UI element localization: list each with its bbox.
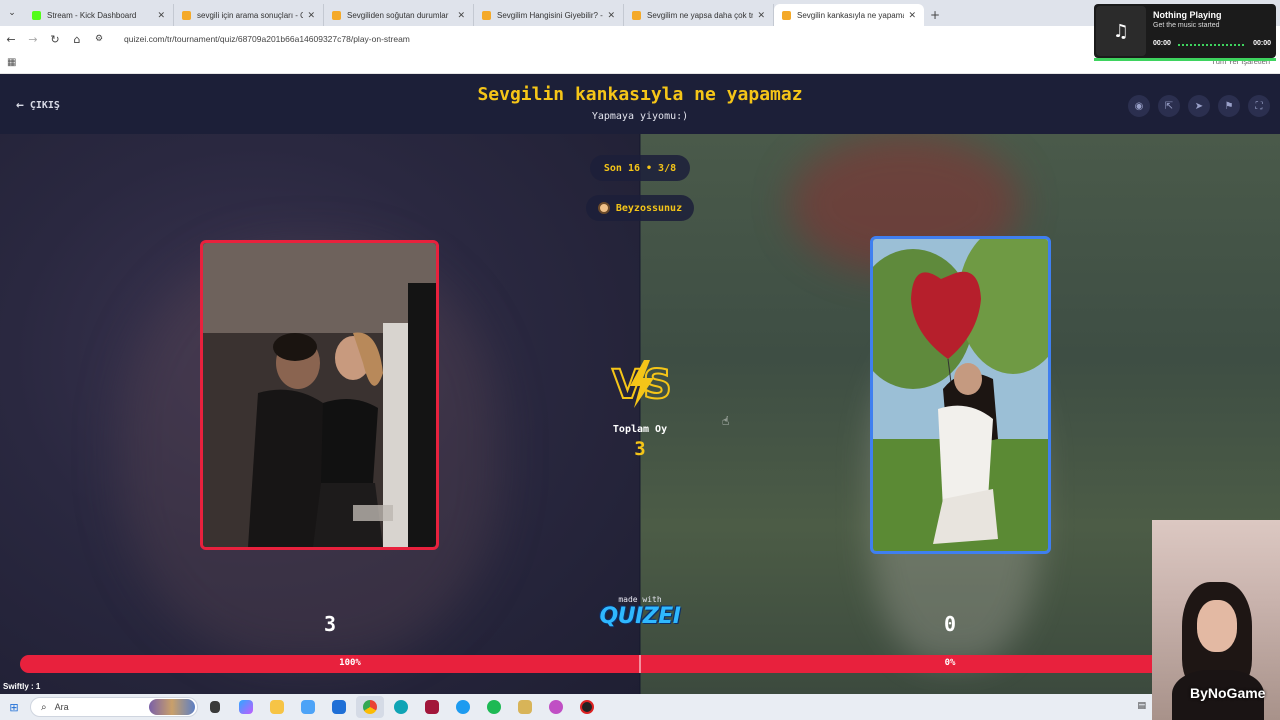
chrome-icon[interactable] [356, 696, 384, 718]
back-arrow-icon[interactable]: ← [0, 33, 22, 46]
music-widget: ♫ Nothing Playing Get the music started … [1094, 4, 1276, 58]
skype-icon[interactable] [449, 696, 477, 718]
right-option-photo [873, 239, 1048, 551]
avatar [597, 202, 610, 214]
flag-icon[interactable]: ⚑ [1218, 95, 1240, 117]
chat-overlay-line: Swiftly : 1 [3, 682, 41, 691]
right-vote-percent: 0% [944, 658, 956, 668]
right-vote-count: 0 [943, 612, 957, 636]
quizei-favicon-icon [332, 10, 341, 20]
new-tab-button[interactable]: + [924, 4, 946, 26]
task-view-icon[interactable] [201, 696, 229, 718]
app-image-icon[interactable] [511, 696, 539, 718]
header-actions: ◉ ⇱ ➤ ⚑ ⛶ [1128, 95, 1270, 117]
tab-search-chevron-icon[interactable]: ⌄ [0, 0, 24, 26]
music-time-end: 00:00 [1253, 40, 1271, 47]
edge-icon[interactable] [387, 696, 415, 718]
mouse-cursor-icon: ☝ [722, 414, 730, 428]
browser-tab-active[interactable]: Sevgilin kankasıyla ne yapamaz ✕ [774, 4, 924, 26]
total-votes-value: 3 [634, 438, 646, 460]
store-icon[interactable] [294, 696, 322, 718]
quiz-subtitle: Yapmaya yiyomu:) [591, 111, 689, 122]
browser-tab[interactable]: Sevgilim Hangisini Giyebilir? - T ✕ [474, 4, 624, 26]
total-votes-label: Toplam Oy [612, 424, 668, 435]
browser-tab[interactable]: Sevgilim ne yapsa daha çok tri ✕ [624, 4, 774, 26]
send-icon[interactable]: ➤ [1188, 95, 1210, 117]
quiz-title: Sevgilin kankasıyla ne yapamaz [477, 84, 803, 105]
apps-grid-icon[interactable]: ▦ [7, 57, 16, 68]
windows-start-icon[interactable]: ⊞ [0, 701, 28, 714]
left-option-photo [203, 243, 436, 547]
bookmarks-bar: ▦ Tüm Yer İşaretleri [0, 52, 1280, 74]
close-tab-icon[interactable]: ✕ [457, 10, 465, 21]
spotify-icon[interactable] [480, 696, 508, 718]
made-with-label: made with [618, 595, 662, 604]
streamer-badge: Beyzossunuz [586, 195, 694, 221]
quiz-page: ← ÇIKIŞ Sevgilin kankasıyla ne yapamaz Y… [0, 74, 1280, 694]
eye-icon[interactable]: ◉ [1128, 95, 1150, 117]
left-vote-count: 3 [323, 612, 337, 636]
music-note-icon: ♫ [1096, 6, 1146, 56]
quizei-favicon-icon [482, 10, 491, 20]
fullscreen-icon[interactable]: ⛶ [1248, 95, 1270, 117]
close-tab-icon[interactable]: ✕ [908, 10, 916, 21]
discord-icon[interactable] [542, 696, 570, 718]
left-option-card[interactable] [200, 240, 439, 550]
windows-taskbar: ⊞ ⌕ Ara ▤ [0, 694, 1152, 720]
browser-tab[interactable]: Stream - Kick Dashboard ✕ [24, 4, 174, 26]
quizei-logo[interactable]: QUIZEI [580, 604, 700, 629]
right-option-card[interactable] [870, 236, 1051, 554]
forward-arrow-icon[interactable]: → [22, 33, 44, 46]
quiz-header: ← ÇIKIŞ Sevgilin kankasıyla ne yapamaz Y… [0, 74, 1280, 134]
vote-bar-midline [639, 655, 641, 673]
round-indicator: Son 16 • 3/8 [590, 155, 690, 181]
music-time-start: 00:00 [1153, 40, 1171, 47]
file-explorer-icon[interactable] [263, 696, 291, 718]
versus-logo-icon: VS [611, 360, 670, 409]
quizei-favicon-icon [182, 10, 191, 20]
browser-tab[interactable]: Sevgiliden soğutan durumlar ✕ [324, 4, 474, 26]
close-tab-icon[interactable]: ✕ [607, 10, 615, 21]
url-field[interactable]: quizei.com/tr/tournament/quiz/68709a201b… [124, 34, 410, 44]
close-tab-icon[interactable]: ✕ [157, 10, 165, 21]
home-icon[interactable]: ⌂ [66, 33, 88, 46]
quizei-favicon-icon [782, 10, 791, 20]
search-icon: ⌕ [41, 701, 47, 713]
close-tab-icon[interactable]: ✕ [307, 10, 315, 21]
left-vote-percent: 100% [339, 658, 361, 668]
taskbar-search[interactable]: ⌕ Ara [30, 697, 198, 717]
close-tab-icon[interactable]: ✕ [757, 10, 765, 21]
browser-tab[interactable]: sevgili için arama sonuçları - Qu ✕ [174, 4, 324, 26]
app-red-icon[interactable] [418, 696, 446, 718]
music-subtitle: Get the music started [1153, 22, 1220, 29]
system-tray-icon[interactable]: ▤ [1137, 701, 1146, 711]
quizei-favicon-icon [632, 10, 641, 20]
music-title: Nothing Playing [1153, 10, 1222, 20]
obs-icon[interactable] [573, 696, 601, 718]
copilot-icon[interactable] [232, 696, 260, 718]
search-highlight-image [149, 699, 195, 715]
vote-progress-bar: 100% 0% [20, 655, 1260, 673]
browser-tab-bar: ⌄ Stream - Kick Dashboard ✕ sevgili için… [0, 0, 1280, 26]
reload-icon[interactable]: ↻ [44, 33, 66, 46]
share-icon[interactable]: ⇱ [1158, 95, 1180, 117]
kick-favicon-icon [32, 10, 41, 20]
music-status-bar [1094, 58, 1276, 61]
music-progress-track [1178, 44, 1244, 46]
address-bar: ← → ↻ ⌂ ⚙ quizei.com/tr/tournament/quiz/… [0, 26, 1280, 52]
bynogame-watermark: ByNoGame [1190, 685, 1266, 701]
site-settings-icon[interactable]: ⚙ [88, 34, 110, 44]
outlook-icon[interactable] [325, 696, 353, 718]
